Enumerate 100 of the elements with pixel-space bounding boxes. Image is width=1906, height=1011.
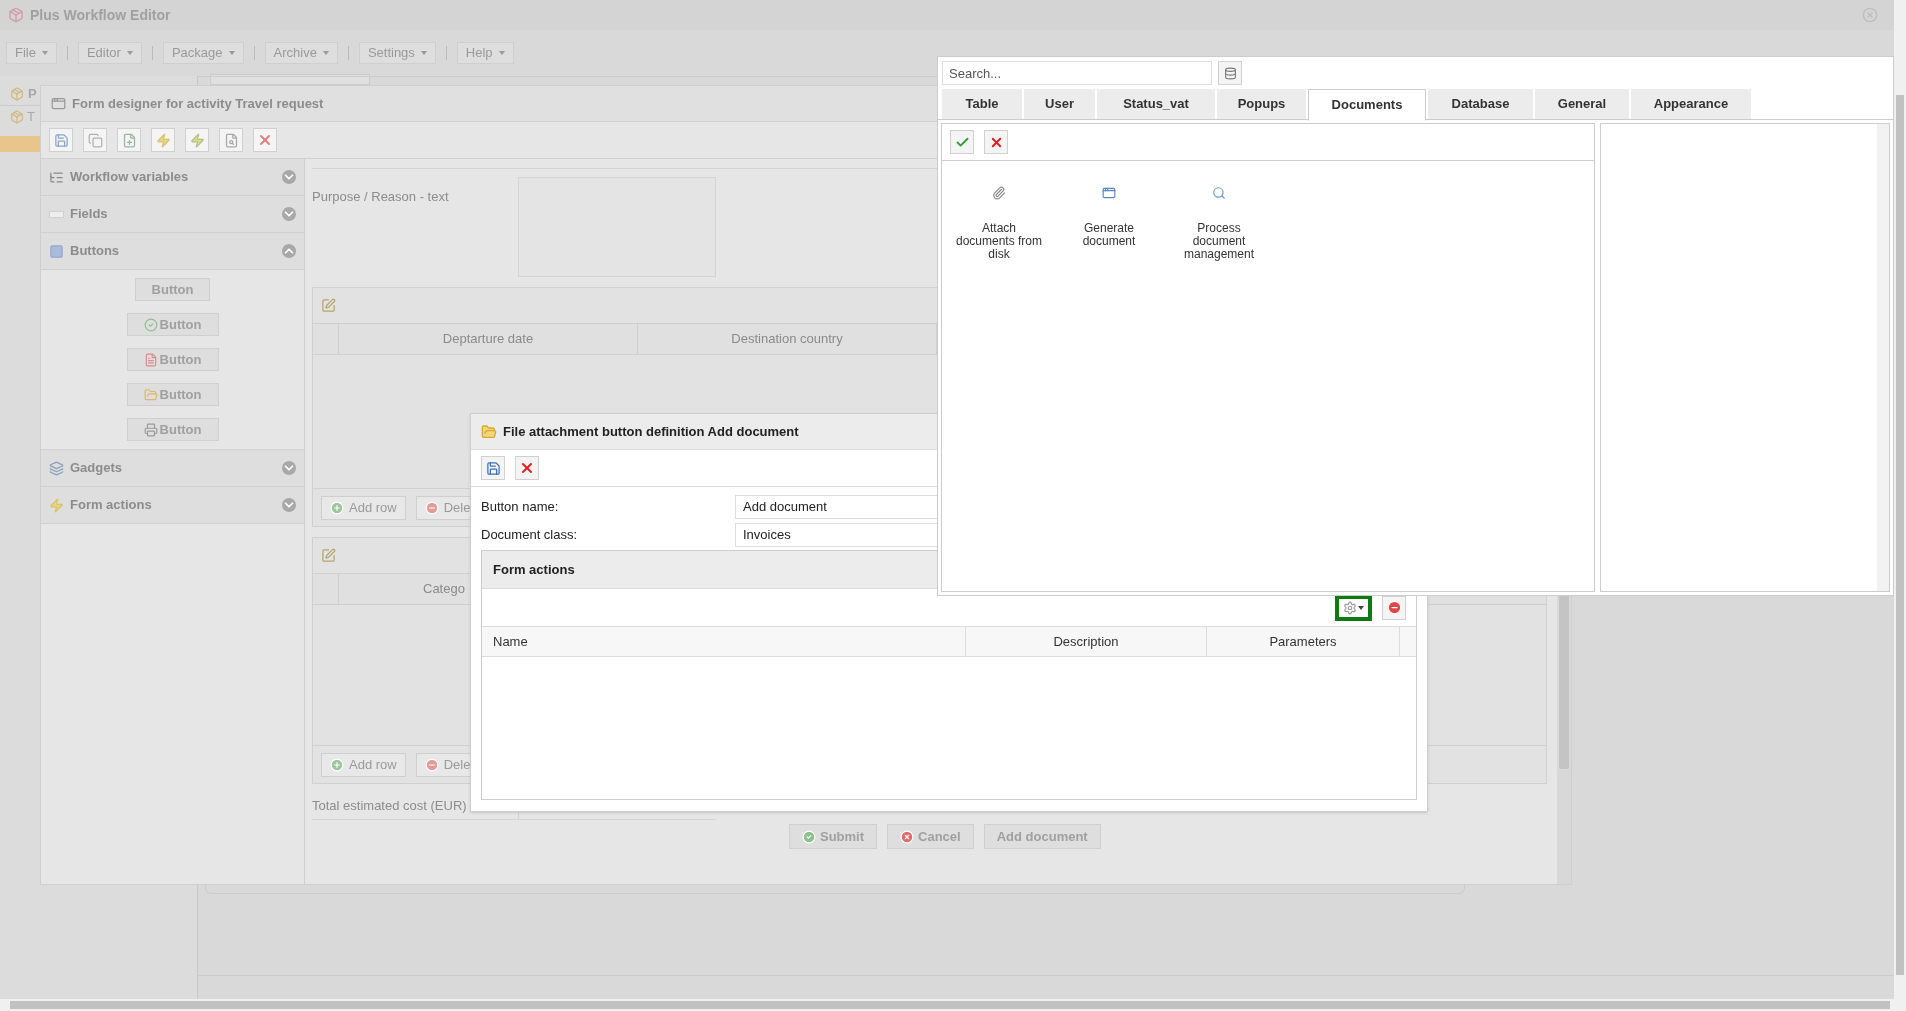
action-button[interactable] [185, 128, 209, 152]
caret-icon [228, 51, 235, 55]
folder-icon [143, 387, 158, 402]
selected-row [0, 136, 40, 152]
field-label: Total estimated cost (EUR) [312, 796, 468, 815]
tab[interactable]: Table [942, 89, 1022, 119]
list-icon [49, 169, 64, 185]
action-button[interactable] [151, 128, 175, 152]
palette-button[interactable]: Button [126, 313, 219, 336]
item-label: Process document management [1182, 222, 1255, 261]
caret-icon [1358, 605, 1364, 610]
item-label: Generate document [1081, 222, 1137, 248]
lightning-icon [189, 132, 205, 148]
palette-button[interactable]: Button [126, 383, 219, 406]
close-icon [519, 460, 535, 476]
palette-button[interactable]: Button [126, 418, 219, 441]
folder-icon [481, 423, 497, 440]
accordion-header[interactable]: Fields [41, 196, 304, 233]
menu-button[interactable]: Package [162, 42, 244, 64]
accordion-header[interactable]: Buttons [41, 233, 304, 270]
accordion-title: Form actions [70, 496, 153, 515]
file-plus-icon [121, 132, 137, 148]
tab[interactable]: User [1024, 89, 1095, 119]
palette-button[interactable]: Button [126, 348, 219, 371]
field-label: Document class: [481, 526, 579, 545]
settings-icon [1343, 600, 1357, 615]
column-header: Name [482, 627, 966, 656]
preview-button[interactable] [219, 128, 243, 152]
remove-button[interactable] [1382, 595, 1406, 620]
menu-button[interactable]: Editor [77, 42, 142, 64]
scrollbar[interactable] [1894, 0, 1906, 999]
check-icon [802, 829, 816, 844]
tab[interactable]: Database [1428, 89, 1533, 119]
accordion-title: Fields [70, 205, 109, 224]
palette-button[interactable]: Button [135, 278, 210, 301]
menu-button[interactable]: Archive [264, 42, 338, 64]
accordion-header[interactable]: Form actions [41, 487, 304, 524]
chevron-down-icon [282, 498, 296, 512]
caret-icon [41, 51, 48, 55]
tab[interactable]: Popups [1217, 89, 1306, 119]
chevron-down-icon [282, 170, 296, 184]
close-button[interactable] [515, 456, 539, 480]
column-header: Parameters [1207, 627, 1400, 656]
scrollbar[interactable] [1877, 124, 1889, 591]
caret-icon [420, 51, 427, 55]
search-field[interactable]: Search... [942, 61, 1212, 85]
chevron-up-icon [282, 244, 296, 258]
tab[interactable]: Appearance [1631, 89, 1751, 119]
chevron-down-icon [282, 207, 296, 221]
add-row-button[interactable]: Add row [321, 752, 406, 777]
menu-button[interactable]: File [6, 42, 57, 64]
paperclip-icon [992, 186, 1006, 200]
package-icon [10, 110, 24, 124]
save-button[interactable] [481, 456, 505, 480]
form-button[interactable]: Add document [983, 824, 1101, 849]
palette-item[interactable]: Attach documents from disk [944, 186, 1054, 261]
save-button[interactable] [49, 128, 73, 152]
chevron-down-icon [282, 461, 296, 475]
copy-button[interactable] [83, 128, 107, 152]
save-icon [485, 460, 501, 476]
app-logo-icon [8, 7, 24, 23]
plus-icon [330, 500, 344, 515]
minus-icon [424, 757, 439, 772]
tab[interactable]: General [1535, 89, 1629, 119]
close-button[interactable] [984, 130, 1008, 154]
column-header: Deptarture date [339, 324, 638, 354]
tab[interactable]: Status_vat [1097, 89, 1215, 119]
database-button[interactable] [1218, 61, 1242, 85]
palette-item[interactable]: Generate document [1054, 186, 1164, 261]
square-icon [49, 243, 64, 259]
confirm-button[interactable] [950, 130, 974, 154]
form-button[interactable]: Cancel [887, 824, 974, 849]
minus-icon [424, 500, 439, 515]
menu-button[interactable]: Settings [358, 42, 436, 64]
remove-icon [1386, 600, 1402, 615]
menu-button[interactable]: Help [456, 42, 514, 64]
form-button[interactable]: Submit [789, 824, 878, 849]
accordion-title: Buttons [70, 242, 121, 261]
accordion-header[interactable]: Gadgets [41, 450, 304, 487]
package-icon [10, 86, 24, 101]
palette-item[interactable]: Process document management [1164, 186, 1274, 261]
add-row-button[interactable]: Add row [321, 495, 406, 520]
accordion-title: Workflow variables [70, 168, 190, 187]
caret-icon [322, 51, 329, 55]
scrollbar[interactable] [0, 999, 1906, 1011]
save-icon [53, 132, 69, 148]
close-button[interactable] [253, 128, 277, 152]
close-icon [257, 132, 273, 148]
database-icon [1223, 66, 1237, 80]
edit-icon [321, 298, 336, 313]
window-title: Form designer for activity Travel request [72, 94, 324, 113]
edit-icon [321, 548, 336, 563]
form-icon [51, 96, 66, 111]
check-icon [143, 317, 158, 332]
accordion-header[interactable]: Workflow variables [41, 159, 304, 196]
plus-icon [330, 757, 344, 772]
field-label: Button name: [481, 498, 560, 517]
tab[interactable]: Documents [1308, 89, 1426, 121]
add-button[interactable] [117, 128, 141, 152]
column-header: Description [966, 627, 1207, 656]
